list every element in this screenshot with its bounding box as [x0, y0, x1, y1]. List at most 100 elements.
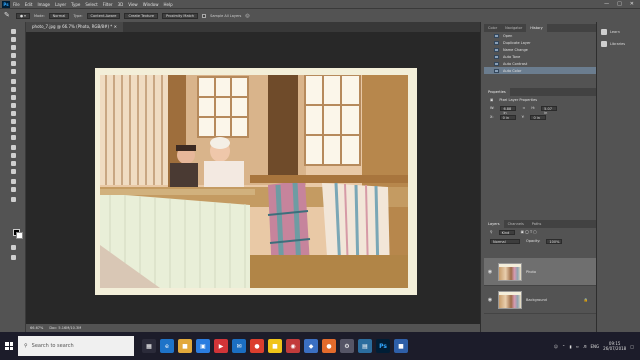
learn-button[interactable]: Learn — [597, 26, 640, 38]
app-icon[interactable]: ⚙ — [340, 339, 354, 353]
libraries-button[interactable]: Libraries — [597, 38, 640, 50]
blend-mode-select[interactable]: Normal — [490, 239, 520, 244]
history-item[interactable]: Open — [484, 32, 596, 39]
brush-tool-icon[interactable] — [5, 86, 21, 92]
tab-layers[interactable]: Layers — [484, 220, 504, 228]
more-tools-icon[interactable] — [5, 196, 21, 202]
layer-kind-filter[interactable]: Kind — [498, 230, 515, 235]
type-content-aware[interactable]: Content-Aware — [86, 12, 121, 19]
menu-window[interactable]: Window — [143, 2, 159, 7]
lasso-tool-icon[interactable] — [5, 44, 21, 50]
spot-healing-brush-icon[interactable]: ✎ — [4, 12, 11, 19]
layer-row-photo[interactable]: ◉ Photo — [484, 258, 596, 286]
taskbar-search[interactable]: ⚲ Search to search — [18, 336, 134, 356]
marquee-tool-icon[interactable] — [5, 36, 21, 42]
zoom-level[interactable]: 66.67% — [30, 326, 43, 330]
clone-stamp-tool-icon[interactable] — [5, 94, 21, 100]
app-icon[interactable]: ▤ — [358, 339, 372, 353]
move-tool-icon[interactable] — [5, 28, 21, 34]
screen-mode-icon[interactable] — [5, 254, 21, 260]
notifications-icon[interactable]: □ — [630, 344, 634, 349]
tab-properties[interactable]: Properties — [484, 88, 510, 96]
menu-help[interactable]: Help — [163, 2, 172, 7]
menu-select[interactable]: Select — [85, 2, 97, 7]
history-item-selected[interactable]: Auto Color — [484, 67, 596, 74]
opacity-field[interactable]: 100% — [546, 239, 563, 244]
history-brush-tool-icon[interactable] — [5, 102, 21, 108]
maximize-icon[interactable]: □ — [617, 1, 622, 7]
height-field[interactable]: 5.07 in — [541, 106, 558, 115]
language-indicator[interactable]: ENG — [591, 344, 600, 349]
sample-all-layers-checkbox[interactable] — [202, 13, 207, 18]
eye-icon[interactable]: ◉ — [486, 297, 494, 303]
layer-name[interactable]: Background — [526, 298, 547, 302]
chevron-up-icon[interactable]: ⌃ — [562, 344, 565, 349]
menu-edit[interactable]: Edit — [25, 2, 33, 7]
blur-tool-icon[interactable] — [5, 126, 21, 132]
volume-icon[interactable]: ♬ — [583, 344, 587, 349]
task-view-icon[interactable]: ▦ — [142, 339, 156, 353]
gradient-tool-icon[interactable] — [5, 118, 21, 124]
background-color-swatch[interactable] — [16, 232, 23, 239]
tab-channels[interactable]: Channels — [504, 220, 528, 228]
mail-icon[interactable]: ✉ — [232, 339, 246, 353]
close-icon[interactable]: ✕ — [630, 1, 634, 7]
layer-row-background[interactable]: ◉ Background 🔒 — [484, 286, 596, 314]
menu-file[interactable]: File — [13, 2, 20, 7]
app-icon[interactable]: ◉ — [286, 339, 300, 353]
layer-name[interactable]: Photo — [526, 270, 536, 274]
edge-icon[interactable]: e — [160, 339, 174, 353]
tab-paths[interactable]: Paths — [528, 220, 546, 228]
dodge-tool-icon[interactable] — [5, 134, 21, 140]
document-tab[interactable]: photo_7.jpg @ 66.7% (Photo, RGB/8#) * ✕ — [26, 22, 123, 32]
history-item[interactable]: Duplicate Layer — [484, 39, 596, 46]
close-tab-icon[interactable]: ✕ — [114, 24, 117, 29]
crop-tool-icon[interactable] — [5, 60, 21, 66]
filter-icons[interactable]: ▣ ◯ T ▢ — [521, 230, 537, 235]
quick-select-tool-icon[interactable] — [5, 52, 21, 58]
link-icon[interactable]: ∞ — [522, 106, 525, 111]
menu-type[interactable]: Type — [71, 2, 80, 7]
zoom-tool-icon[interactable] — [5, 186, 21, 192]
x-field[interactable]: 0 in — [499, 115, 516, 120]
type-proximity-match[interactable]: Proximity Match — [162, 12, 199, 19]
start-button[interactable] — [0, 332, 18, 360]
pen-tool-icon[interactable] — [5, 144, 21, 150]
tab-navigator[interactable]: Navigator — [501, 24, 526, 32]
brush-size-picker[interactable]: ● ▾ — [16, 12, 30, 19]
menu-filter[interactable]: Filter — [103, 2, 113, 7]
history-item[interactable]: Auto Contrast — [484, 60, 596, 67]
type-create-texture[interactable]: Create Texture — [124, 12, 158, 19]
minimize-icon[interactable]: — — [604, 1, 609, 7]
tab-color[interactable]: Color — [484, 24, 501, 32]
store-icon[interactable]: ▣ — [196, 339, 210, 353]
eyedropper-tool-icon[interactable] — [5, 68, 21, 74]
quick-mask-icon[interactable] — [5, 244, 21, 250]
media-app-icon[interactable]: ▶ — [214, 339, 228, 353]
path-select-tool-icon[interactable] — [5, 160, 21, 166]
y-field[interactable]: 0 in — [530, 115, 547, 120]
rectangle-tool-icon[interactable] — [5, 168, 21, 174]
menu-3d[interactable]: 3D — [118, 2, 124, 7]
pressure-icon[interactable]: ◎ — [245, 13, 249, 19]
people-icon[interactable]: ☺ — [554, 344, 558, 349]
history-item[interactable]: Auto Tone — [484, 53, 596, 60]
width-field[interactable]: 6.88 in — [500, 106, 517, 115]
battery-icon[interactable]: ▮ — [569, 344, 571, 349]
network-icon[interactable]: ≈ — [576, 344, 579, 349]
eraser-tool-icon[interactable] — [5, 110, 21, 116]
healing-brush-tool-icon[interactable] — [5, 78, 21, 84]
photoshop-taskbar-icon[interactable]: Ps — [376, 339, 390, 353]
tab-history[interactable]: History — [526, 24, 547, 32]
photo-image[interactable] — [100, 75, 408, 288]
clock[interactable]: 09:15 26/07/2018 — [603, 341, 626, 351]
file-explorer-icon[interactable]: ■ — [178, 339, 192, 353]
menu-image[interactable]: Image — [37, 2, 50, 7]
hand-tool-icon[interactable] — [5, 178, 21, 184]
notes-icon[interactable]: ■ — [268, 339, 282, 353]
type-tool-icon[interactable] — [5, 152, 21, 158]
app-icon[interactable]: ● — [322, 339, 336, 353]
history-item[interactable]: Name Change — [484, 46, 596, 53]
chrome-icon[interactable]: ● — [250, 339, 264, 353]
eye-icon[interactable]: ◉ — [486, 269, 494, 275]
